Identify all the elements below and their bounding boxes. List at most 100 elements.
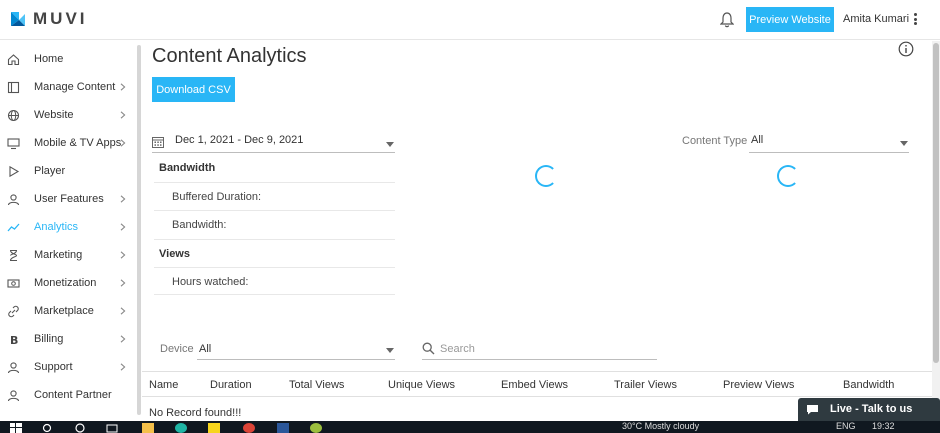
column-header-preview-views[interactable]: Preview Views — [723, 379, 794, 391]
column-header-name[interactable]: Name — [149, 379, 178, 391]
bandwidth-heading: Bandwidth — [159, 162, 216, 174]
page-scrollbar-thumb[interactable] — [933, 43, 939, 363]
app-icon[interactable] — [310, 423, 322, 433]
home-icon — [7, 53, 20, 65]
buffered-duration-label: Buffered Duration: — [172, 191, 262, 203]
info-icon[interactable] — [898, 41, 914, 57]
sidebar-item-home[interactable]: Home — [0, 45, 137, 73]
device-select[interactable]: All — [197, 338, 395, 360]
sidebar-item-user-features[interactable]: User Features — [0, 185, 137, 213]
bitcoin-icon: B — [10, 334, 18, 346]
sidebar-item-label: Marketing — [34, 249, 83, 261]
column-header-total-views[interactable]: Total Views — [289, 379, 344, 391]
kebab-menu-icon[interactable] — [912, 11, 918, 27]
sidebar-item-marketplace[interactable]: Marketplace — [0, 297, 137, 325]
download-csv-button[interactable]: Download CSV — [152, 77, 235, 102]
link-icon — [8, 305, 19, 317]
page-scrollbar[interactable] — [932, 41, 940, 421]
loading-spinner — [777, 165, 799, 187]
chevron-right-icon — [120, 335, 126, 343]
sidebar-item-label: Player — [34, 165, 66, 177]
cortana-icon[interactable] — [74, 423, 86, 433]
sticky-notes-icon[interactable] — [208, 423, 220, 433]
chevron-down-icon — [386, 348, 394, 353]
sidebar-scrollbar[interactable] — [137, 45, 141, 415]
sidebar-item-label: User Features — [34, 193, 104, 205]
device-label: Device — [160, 343, 194, 355]
sidebar-item-billing[interactable]: B Billing — [0, 325, 137, 353]
os-taskbar: 30°C Mostly cloudy ENG 19:32 — [0, 421, 940, 433]
page-title: Content Analytics — [152, 45, 307, 67]
user-name[interactable]: Amita Kumari — [843, 13, 909, 25]
chevron-right-icon — [120, 195, 126, 203]
column-header-trailer-views[interactable]: Trailer Views — [614, 379, 677, 391]
date-range-picker[interactable]: Dec 1, 2021 - Dec 9, 2021 — [152, 131, 395, 153]
sidebar: Home Manage Content Website Mobile & TV App… — [0, 41, 142, 421]
preview-website-button[interactable]: Preview Website — [746, 7, 834, 32]
sidebar-item-support[interactable]: Support — [0, 353, 137, 381]
sidebar-item-label: Billing — [34, 333, 64, 345]
content-type-select[interactable]: All — [749, 131, 909, 153]
hours-watched-label: Hours watched: — [172, 276, 249, 288]
word-icon[interactable] — [277, 423, 289, 433]
chevron-right-icon — [120, 111, 126, 119]
muvi-logo[interactable]: MUVI — [8, 9, 88, 29]
column-header-bandwidth[interactable]: Bandwidth — [843, 379, 894, 391]
content-type-label: Content Type — [682, 135, 748, 147]
taskbar-clock[interactable]: 19:32 — [872, 421, 895, 431]
play-icon — [9, 165, 20, 177]
live-chat-button[interactable]: Live - Talk to us — [798, 398, 940, 421]
chevron-right-icon — [120, 223, 126, 231]
search-icon[interactable] — [42, 423, 54, 433]
sidebar-item-analytics[interactable]: Analytics — [0, 213, 137, 241]
sidebar-item-label: Monetization — [34, 277, 97, 289]
logo-text: MUVI — [33, 9, 88, 28]
search-box[interactable] — [422, 338, 657, 360]
column-header-unique-views[interactable]: Unique Views — [388, 379, 455, 391]
hourglass-icon — [9, 249, 18, 261]
chevron-right-icon — [120, 279, 126, 287]
no-record-message: No Record found!!! — [149, 407, 242, 419]
views-heading: Views — [159, 248, 190, 260]
muvi-logo-icon — [11, 12, 25, 26]
buffered-duration-row: Buffered Duration: — [154, 182, 395, 210]
user-icon — [7, 193, 20, 205]
chevron-right-icon — [120, 307, 126, 315]
date-range-value: Dec 1, 2021 - Dec 9, 2021 — [175, 134, 304, 146]
chrome-icon[interactable] — [243, 423, 255, 433]
bell-icon[interactable] — [720, 12, 734, 28]
sidebar-item-marketing[interactable]: Marketing — [0, 241, 137, 269]
column-header-duration[interactable]: Duration — [210, 379, 252, 391]
task-view-icon[interactable] — [106, 423, 118, 433]
column-header-embed-views[interactable]: Embed Views — [501, 379, 568, 391]
bandwidth-row: Bandwidth: — [154, 210, 395, 238]
sidebar-item-player[interactable]: Player — [0, 157, 137, 185]
analytics-icon — [7, 223, 20, 231]
live-chat-label: Live - Talk to us — [830, 403, 913, 415]
svg-text:B: B — [10, 334, 18, 346]
file-explorer-icon[interactable] — [142, 423, 154, 433]
taskbar-weather[interactable]: 30°C Mostly cloudy — [622, 421, 699, 431]
sidebar-item-manage-content[interactable]: Manage Content — [0, 73, 137, 101]
sidebar-item-website[interactable]: Website — [0, 101, 137, 129]
windows-start-icon[interactable] — [10, 423, 22, 433]
content-type-value: All — [751, 134, 764, 146]
chevron-right-icon — [120, 363, 126, 371]
edge-icon[interactable] — [175, 423, 187, 433]
sidebar-item-content-partner[interactable]: Content Partner — [0, 381, 137, 409]
sidebar-item-mobile-and-tv-apps[interactable]: Mobile & TV Apps — [0, 129, 137, 157]
device-value: All — [199, 343, 212, 355]
hours-watched-row: Hours watched: — [154, 267, 395, 295]
chevron-down-icon — [900, 141, 908, 146]
support-icon — [7, 361, 20, 373]
sidebar-item-monetization[interactable]: Monetization — [0, 269, 137, 297]
globe-icon — [7, 109, 20, 121]
loading-spinner — [535, 165, 557, 187]
chevron-right-icon — [120, 83, 126, 91]
sidebar-item-label: Content Partner — [34, 389, 112, 401]
search-icon — [422, 342, 435, 355]
monitor-icon — [7, 137, 20, 149]
partner-icon — [7, 389, 20, 401]
search-input[interactable] — [440, 340, 650, 358]
taskbar-language[interactable]: ENG — [836, 421, 856, 431]
